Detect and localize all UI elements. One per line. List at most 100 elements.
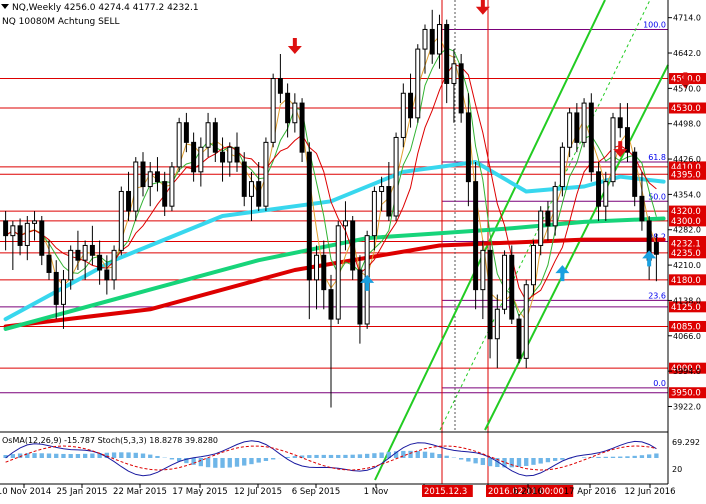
candle-body (371, 190, 377, 237)
price-chart[interactable]: 4590.04530.04410.04395.04320.04300.04258… (0, 0, 706, 500)
candle-body (162, 181, 168, 207)
candle-body (270, 78, 276, 143)
candle-body (32, 220, 38, 224)
last-price-label: 4232.1 (671, 240, 701, 250)
candle-body (408, 92, 414, 119)
time-tick-label: 12 Jun 2016 (624, 487, 675, 497)
time-tag-label: 2015.12.3 (424, 487, 467, 497)
price-tick-label: 4210.0 (673, 261, 701, 270)
candle-body (552, 186, 558, 227)
candle-body (147, 171, 153, 188)
last-price-tag: 4232.1 (669, 238, 706, 250)
candle-body (494, 308, 500, 340)
level-tag-label: 4530.0 (671, 104, 701, 114)
price-tick-label: 4570.0 (673, 84, 701, 93)
candle-body (545, 210, 551, 227)
candle-body (458, 63, 464, 114)
candle-body (530, 244, 536, 286)
time-tick-label: 17 Apr 2016 (564, 487, 617, 497)
candle-body (97, 254, 103, 271)
candle-body (133, 161, 139, 212)
price-tick-label: 3922.0 (673, 402, 701, 411)
time-tick-label: 22 Mar 2015 (113, 487, 167, 497)
candle-body (617, 117, 623, 129)
level-tag-label: 4395.0 (671, 170, 701, 180)
candle-body (624, 127, 630, 153)
candle-body (538, 210, 544, 246)
candle-body (263, 141, 269, 207)
price-tick-label: 4138.0 (673, 296, 701, 305)
candle-body (444, 24, 450, 84)
time-tick-label: 10 Nov 2014 (0, 487, 51, 497)
candle-body (335, 225, 341, 320)
candle-body (473, 181, 479, 291)
candle-body (104, 269, 110, 281)
candle-body (198, 146, 204, 173)
fib-label: 61.8 (648, 153, 666, 162)
candle-body (516, 318, 522, 359)
candle-body (567, 112, 573, 148)
price-tick-label: 4282.0 (673, 226, 701, 235)
candle-body (241, 161, 247, 197)
candle-body (111, 249, 117, 281)
candle-body (574, 112, 580, 143)
candle-body (234, 146, 240, 163)
candle-body (639, 195, 645, 222)
candle-body (285, 92, 291, 124)
candle-body (256, 181, 262, 207)
price-tick-label: 4714.0 (673, 14, 701, 23)
candle-body (596, 171, 602, 207)
candle-body (393, 136, 399, 217)
time-tick-label: 1 Nov (364, 487, 389, 497)
candle-body (588, 102, 594, 173)
candle-body (653, 242, 659, 255)
candle-body (24, 222, 30, 246)
level-tag-label: 4180.0 (671, 276, 701, 286)
time-tick-label: 6 Sep 2015 (292, 487, 340, 497)
candle-body (487, 249, 493, 340)
candle-body (559, 146, 565, 188)
candle-body (480, 249, 486, 291)
candle-body (53, 271, 59, 305)
candle-body (46, 254, 52, 273)
candle-body (632, 151, 638, 197)
candle-body (176, 122, 182, 168)
candle-body (422, 28, 428, 50)
candle-body (314, 254, 320, 281)
candle-body (429, 28, 435, 55)
price-tick-label: 4066.0 (673, 332, 701, 341)
price-tick-label: 4642.0 (673, 49, 701, 58)
candle-body (68, 249, 74, 281)
candle-body (328, 289, 334, 320)
candle-body (509, 254, 515, 320)
candle-body (342, 220, 348, 227)
candle-body (502, 254, 508, 310)
candle-body (154, 171, 160, 183)
candle-body (10, 225, 16, 237)
price-tick-label: 3994.0 (673, 367, 701, 376)
time-tick-label: 25 Jan 2015 (57, 487, 108, 497)
candle-body (140, 161, 146, 188)
price-tick-label: 4426.0 (673, 155, 701, 164)
time-tick-label: 12 Jul 2015 (234, 487, 282, 497)
fib-label: 23.6 (648, 291, 666, 300)
candle-body (75, 249, 81, 261)
price-tick-label: 4498.0 (673, 120, 701, 129)
candle-body (603, 181, 609, 207)
chart-caption: NQ 10080M Achtung SELL (2, 17, 120, 27)
fib-label: 100.0 (643, 20, 666, 29)
indicator-y-label: 20 (672, 465, 682, 474)
candle-body (89, 244, 95, 256)
candle-body (379, 186, 385, 192)
chart-window: 4590.04530.04410.04395.04320.04300.04258… (0, 0, 706, 500)
candle-body (386, 186, 392, 217)
candle-body (82, 244, 88, 261)
symbol-line: NQ,Weekly 4256.0 4274.4 4177.2 4232.1 (12, 3, 199, 13)
candle-body (248, 181, 254, 197)
candle-body (523, 284, 529, 359)
candle-body (292, 102, 298, 124)
candle-body (220, 151, 226, 163)
candle-body (205, 122, 211, 148)
candle-body (465, 112, 471, 183)
candle-body (227, 146, 233, 163)
